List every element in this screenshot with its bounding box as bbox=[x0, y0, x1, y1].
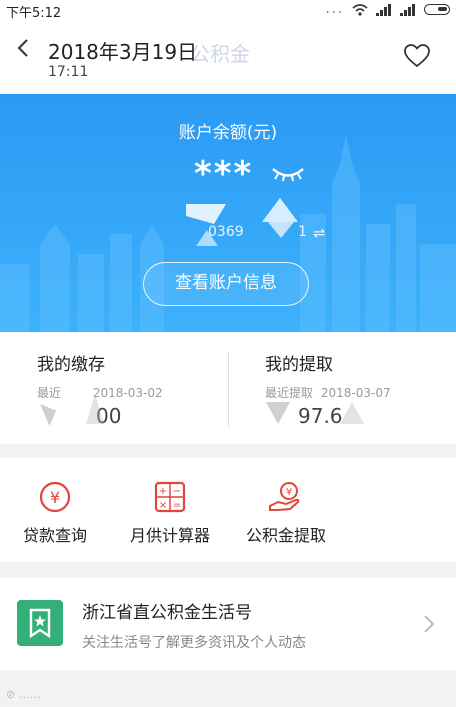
battery-icon bbox=[424, 4, 450, 15]
svg-text:×: × bbox=[159, 500, 167, 511]
bookmark-star-icon bbox=[17, 600, 63, 646]
swap-account-icon[interactable]: ⇌ bbox=[313, 224, 326, 242]
deposit-title: 我的缴存 bbox=[37, 355, 105, 375]
deposit-date: 2018-03-02 bbox=[92, 386, 163, 400]
my-deposit-card[interactable]: 我的缴存 最近 2018-03-02 00 bbox=[0, 332, 228, 444]
monthly-calculator-label: 月供计算器 bbox=[129, 526, 210, 545]
signal-icon bbox=[376, 3, 392, 16]
monthly-calculator-button[interactable]: + − × = 月供计算器 bbox=[110, 458, 230, 562]
withdraw-amount: 97.6 bbox=[298, 404, 343, 428]
view-account-info-button[interactable]: 查看账户信息 bbox=[143, 262, 309, 306]
status-time: 下午5:12 bbox=[6, 6, 62, 21]
my-withdrawal-card[interactable]: 我的提取 最近提取 2018-03-07 97.6 bbox=[228, 332, 456, 444]
svg-text:¥: ¥ bbox=[50, 488, 60, 507]
redaction-mark bbox=[40, 404, 56, 426]
svg-text:¥: ¥ bbox=[286, 487, 292, 498]
loan-query-button[interactable]: ¥ 贷款查询 bbox=[0, 458, 110, 562]
summary-panel: 我的缴存 最近 2018-03-02 00 我的提取 最近提取 2018-03-… bbox=[0, 332, 456, 444]
account-number-partial: 0369 bbox=[208, 224, 244, 240]
heart-icon[interactable] bbox=[404, 44, 430, 68]
chevron-right-icon bbox=[424, 615, 435, 633]
withdraw-title: 我的提取 bbox=[265, 355, 333, 375]
watermark: ⊘ …… bbox=[6, 688, 41, 701]
header: 公积金 2018年3月19日 17:11 bbox=[0, 20, 456, 94]
withdraw-recent-date: 最近提取 2018-03-07 bbox=[265, 384, 391, 401]
loan-query-label: 贷款查询 bbox=[22, 526, 87, 545]
deposit-recent-date: 最近 2018-03-02 bbox=[37, 384, 163, 401]
page-title-date: 2018年3月19日 bbox=[48, 40, 198, 64]
back-arrow-icon[interactable] bbox=[14, 38, 34, 58]
life-account-card[interactable]: 浙江省直公积金生活号 关注生活号了解更多资讯及个人动态 bbox=[0, 578, 456, 670]
life-account-title: 浙江省直公积金生活号 bbox=[82, 603, 252, 623]
balance-masked-value: *** bbox=[194, 154, 254, 194]
deposit-recent-label: 最近 bbox=[37, 386, 62, 400]
balance-label: 账户余额(元) bbox=[178, 123, 278, 143]
ghost-title: 公积金 bbox=[190, 42, 250, 66]
fund-withdrawal-label: 公积金提取 bbox=[245, 526, 326, 545]
withdraw-date: 2018-03-07 bbox=[320, 386, 391, 400]
status-dots: ... bbox=[325, 2, 344, 17]
svg-text:=: = bbox=[173, 500, 181, 511]
status-icons: ... bbox=[326, 2, 450, 17]
withdraw-recent-label: 最近提取 bbox=[265, 386, 314, 400]
redaction-mark bbox=[340, 402, 364, 424]
service-grid: ¥ 贷款查询 + − × = 月供计算器 ¥ 公积金提取 bbox=[0, 458, 456, 562]
signal-icon-2 bbox=[400, 3, 416, 16]
fund-withdrawal-button[interactable]: ¥ 公积金提取 bbox=[230, 458, 350, 562]
status-bar: 下午5:12 ... bbox=[0, 0, 456, 21]
eye-closed-icon[interactable] bbox=[270, 166, 306, 182]
svg-text:−: − bbox=[173, 486, 181, 497]
hand-money-icon: ¥ bbox=[269, 482, 300, 511]
page-subtitle-time: 17:11 bbox=[48, 64, 89, 80]
life-account-subtitle: 关注生活号了解更多资讯及个人动态 bbox=[82, 635, 306, 651]
calculator-icon: + − × = bbox=[154, 481, 186, 513]
svg-text:+: + bbox=[159, 486, 167, 497]
redaction-mark bbox=[266, 402, 290, 424]
account-number-partial-end: 1 bbox=[298, 224, 307, 240]
yen-circle-icon: ¥ bbox=[39, 481, 71, 513]
balance-banner: 账户余额(元) *** 0369 1 ⇌ 查看账户信息 bbox=[0, 94, 456, 332]
wifi-icon bbox=[352, 3, 368, 16]
